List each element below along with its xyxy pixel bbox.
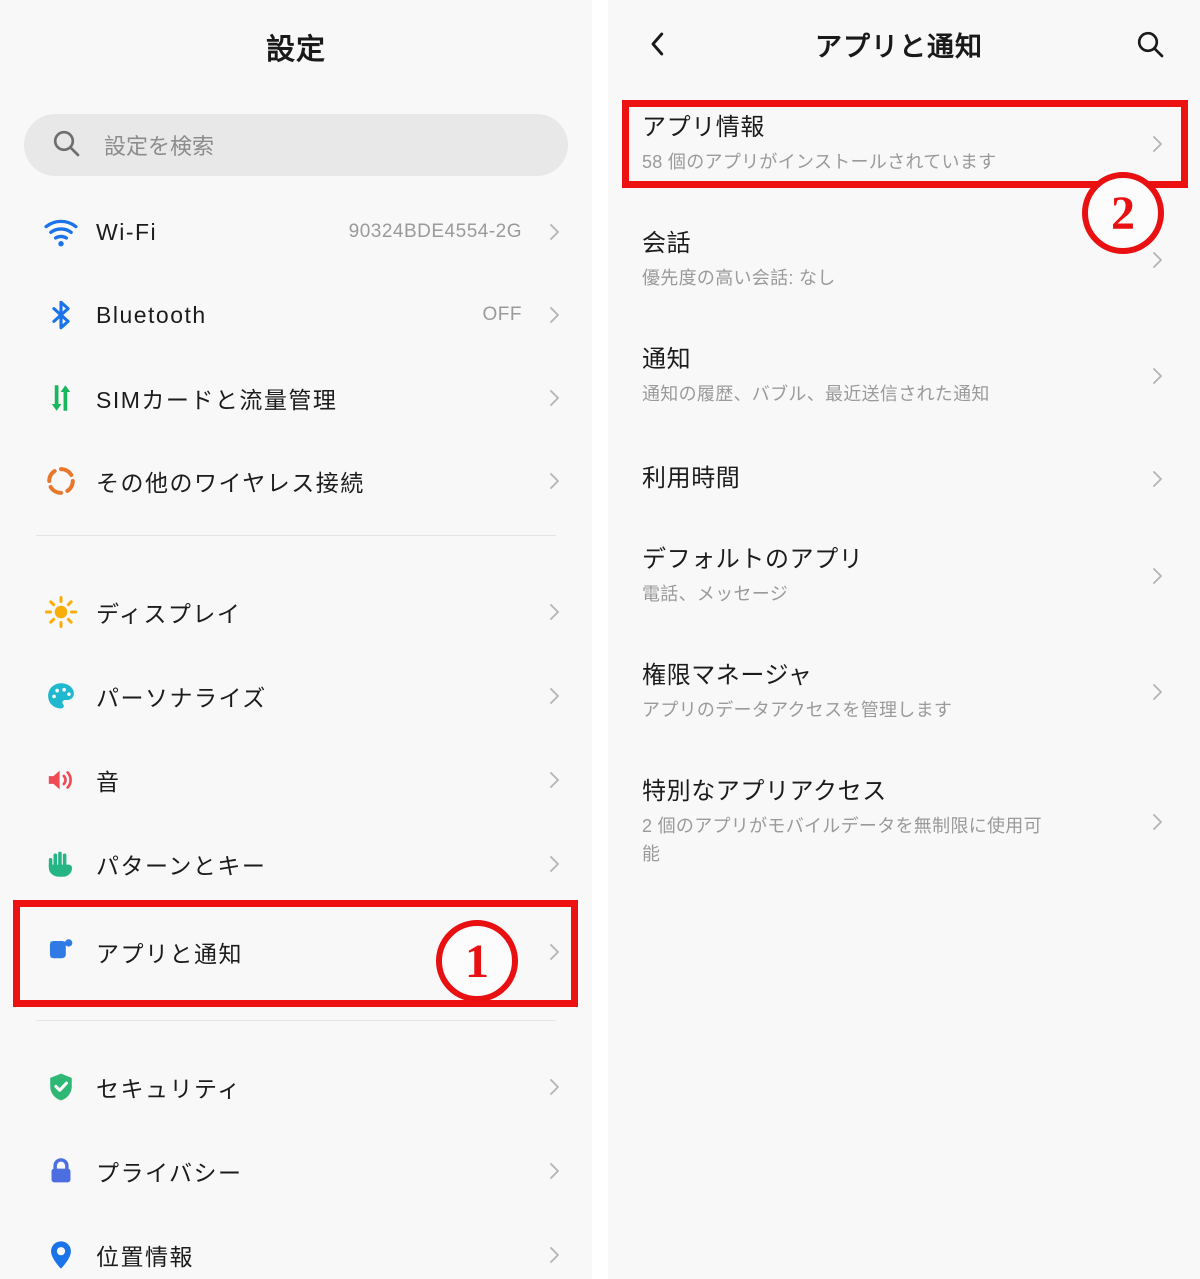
bluetooth-icon [26,298,96,332]
chevron-right-icon [540,386,568,410]
chevron-right-icon [540,684,568,708]
settings-panel: 設定 設定を検索 Wi-Fi 90324BDE4554-2G Bluetooth… [0,0,592,1279]
step-marker-1: 1 [436,920,518,1002]
list-item-default-apps[interactable]: デフォルトのアプリ 電話、メッセージ [608,538,1200,614]
sidebar-item-label: SIMカードと流量管理 [96,387,338,413]
list-item-texts: アプリ情報 58 個のアプリがインストールされています [642,112,1142,176]
sidebar-item-label: パーソナライズ [96,685,267,711]
list-item-subtitle: 2 個のアプリがモバイルデータを無制限に使用可 能 [642,816,1042,864]
chevron-right-icon [1142,810,1172,834]
page-title: 設定 [265,34,326,66]
list-item-title: 特別なアプリアクセス [642,778,887,805]
chevron-right-icon [540,1243,568,1267]
bluetooth-state-value: OFF [482,304,522,325]
chevron-right-icon [540,940,568,964]
sidebar-item-label: その他のワイヤレス接続 [96,470,365,496]
list-item-subtitle: 優先度の高い会話: なし [642,268,836,288]
section-divider [36,1020,556,1021]
sidebar-item-label: ディスプレイ [96,601,242,627]
sidebar-item-label: プライバシー [96,1160,243,1186]
list-item-permission-manager[interactable]: 権限マネージャ アプリのデータアクセスを管理します [608,654,1200,730]
sidebar-item-bluetooth[interactable]: Bluetooth OFF [0,273,592,357]
list-item-app-info[interactable]: アプリ情報 58 個のアプリがインストールされています [608,106,1200,182]
panel-title: アプリと通知 [815,31,983,62]
list-item-title: デフォルトのアプリ [642,546,864,573]
search-icon [50,127,82,164]
list-item-texts: 会話 優先度の高い会話: なし [642,228,1142,292]
sidebar-item-display[interactable]: ディスプレイ [0,570,592,654]
search-icon[interactable] [1122,28,1178,60]
list-item-subtitle: 58 個のアプリがインストールされています [642,152,997,172]
list-item-title: アプリ情報 [642,114,765,141]
panel-header: アプリと通知 [608,0,1200,88]
apps-notification-icon [26,935,96,969]
chevron-right-icon [540,469,568,493]
wifi-ssid-value: 90324BDE4554-2G [348,221,522,242]
screenshot-root: 設定 設定を検索 Wi-Fi 90324BDE4554-2G Bluetooth… [0,0,1200,1279]
chevron-right-icon [540,220,568,244]
chevron-right-icon [1142,364,1172,388]
search-placeholder: 設定を検索 [104,134,215,159]
step-marker-2: 2 [1082,172,1164,254]
sim-data-icon [26,381,96,415]
chevron-right-icon [1142,132,1172,156]
list-item-texts: 特別なアプリアクセス 2 個のアプリがモバイルデータを無制限に使用可 能 [642,776,1142,868]
chevron-right-icon [540,768,568,792]
chevron-right-icon [540,852,568,876]
search-input[interactable]: 設定を検索 [24,114,568,176]
sidebar-item-label: 位置情報 [96,1244,194,1270]
sidebar-item-label: 音 [96,769,121,795]
list-item-texts: 権限マネージャ アプリのデータアクセスを管理します [642,660,1142,724]
sidebar-item-sound[interactable]: 音 [0,738,592,822]
chevron-right-icon [1142,680,1172,704]
sidebar-item-label: Wi-Fi [96,218,158,245]
chevron-right-icon [1142,248,1172,272]
lock-icon [26,1155,96,1187]
chevron-right-icon [1142,564,1172,588]
palette-icon [26,679,96,713]
wireless-connect-icon [26,464,96,498]
sidebar-item-label: セキュリティ [96,1076,242,1102]
list-item-texts: 利用時間 [642,463,1142,495]
sidebar-item-wifi[interactable]: Wi-Fi 90324BDE4554-2G [0,190,592,274]
chevron-right-icon [540,1159,568,1183]
chevron-right-icon [540,1075,568,1099]
list-item-title: 会話 [642,230,692,257]
wifi-icon [26,213,96,251]
list-item-texts: デフォルトのアプリ 電話、メッセージ [642,544,1142,608]
sidebar-item-privacy[interactable]: プライバシー [0,1129,592,1213]
shield-check-icon [26,1070,96,1104]
chevron-right-icon [1142,467,1172,491]
list-item-subtitle: 通知の履歴、バブル、最近送信された通知 [642,384,990,404]
list-item-title: 利用時間 [642,465,741,492]
sidebar-item-sim-data[interactable]: SIMカードと流量管理 [0,356,592,440]
sidebar-item-personalize[interactable]: パーソナライズ [0,654,592,738]
sidebar-item-security[interactable]: セキュリティ [0,1045,592,1129]
list-item-title: 権限マネージャ [642,662,813,689]
list-item-subtitle: 電話、メッセージ [642,584,789,604]
list-item-subtitle: アプリのデータアクセスを管理します [642,700,953,720]
list-item-texts: 通知 通知の履歴、バブル、最近送信された通知 [642,344,1142,408]
chevron-right-icon [540,600,568,624]
list-item-special-app-access[interactable]: 特別なアプリアクセス 2 個のアプリがモバイルデータを無制限に使用可 能 [608,770,1200,874]
chevron-right-icon [540,303,568,327]
sidebar-item-gestures[interactable]: パターンとキー [0,822,592,906]
list-item-screen-time[interactable]: 利用時間 [608,452,1200,506]
sound-speaker-icon [26,763,96,797]
hand-gesture-icon [26,847,96,881]
list-item-notifications[interactable]: 通知 通知の履歴、バブル、最近送信された通知 [608,338,1200,414]
sidebar-item-wireless-connect[interactable]: その他のワイヤレス接続 [0,439,592,523]
sidebar-item-label: Bluetooth [96,301,207,328]
sidebar-item-label: パターンとキー [96,853,267,879]
section-divider [36,535,556,536]
display-brightness-icon [26,594,96,630]
list-item-title: 通知 [642,346,692,373]
sidebar-item-location[interactable]: 位置情報 [0,1213,592,1279]
location-pin-icon [26,1238,96,1272]
